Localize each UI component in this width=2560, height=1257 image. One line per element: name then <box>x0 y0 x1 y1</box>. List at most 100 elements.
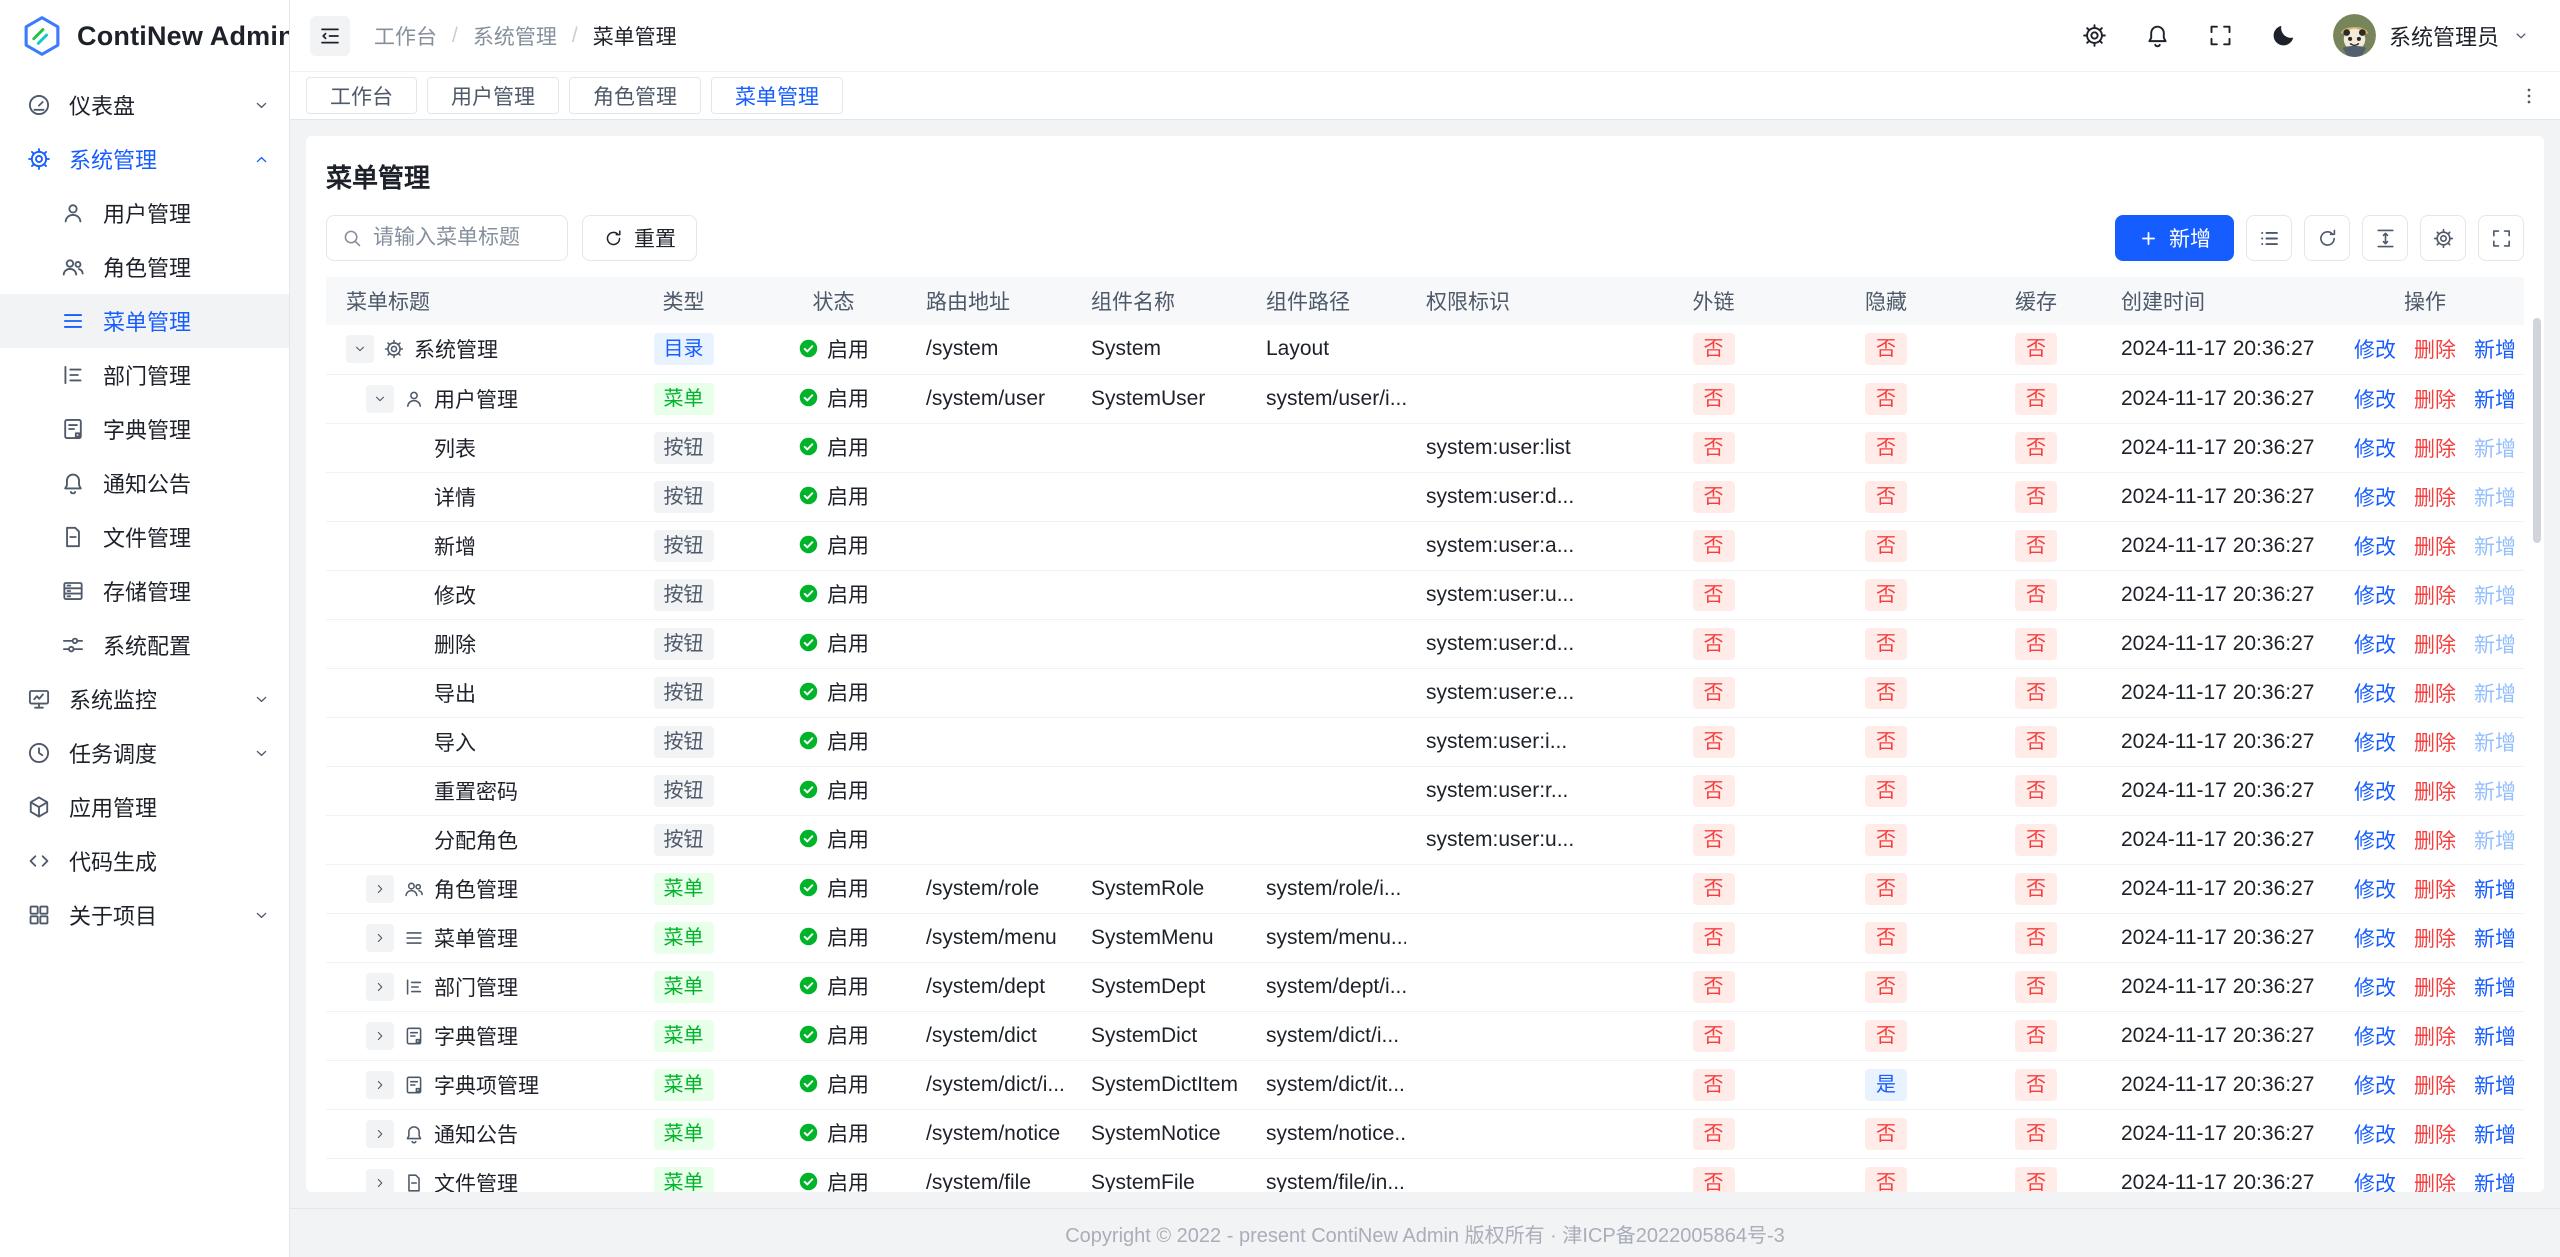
edit-link[interactable]: 修改 <box>2354 1026 2396 1049</box>
line-height-toolbar-button[interactable] <box>2362 215 2408 261</box>
sidebar-subitem-menu[interactable]: 菜单管理 <box>0 294 289 348</box>
edit-link[interactable]: 修改 <box>2354 339 2396 362</box>
edit-link[interactable]: 修改 <box>2354 634 2396 657</box>
add-link[interactable]: 新增 <box>2474 1124 2516 1147</box>
bell-button[interactable] <box>2144 22 2171 49</box>
delete-link[interactable]: 删除 <box>2414 536 2456 559</box>
sidebar-subitem-storage[interactable]: 存储管理 <box>0 564 289 618</box>
tab-3[interactable]: 角色管理 <box>569 77 701 114</box>
sidebar-subitem-sliders[interactable]: 系统配置 <box>0 618 289 672</box>
edit-link[interactable]: 修改 <box>2354 585 2396 608</box>
moon-button[interactable] <box>2270 22 2297 49</box>
tab-2[interactable]: 用户管理 <box>427 77 559 114</box>
expand-toggle[interactable] <box>366 973 394 1001</box>
delete-link[interactable]: 删除 <box>2414 634 2456 657</box>
fullscreen-button[interactable] <box>2207 22 2234 49</box>
edit-link[interactable]: 修改 <box>2354 1124 2396 1147</box>
edit-link[interactable]: 修改 <box>2354 1075 2396 1098</box>
table-scrollbar[interactable] <box>2533 318 2541 543</box>
delete-link[interactable]: 删除 <box>2414 389 2456 412</box>
breadcrumb-item[interactable]: 工作台 <box>374 21 437 51</box>
sidebar-item-settings[interactable]: 系统管理 <box>0 132 289 186</box>
expand-toggle[interactable] <box>366 1022 394 1050</box>
expand-toggle[interactable] <box>366 924 394 952</box>
sidebar-item-dashboard[interactable]: 仪表盘 <box>0 78 289 132</box>
edit-link[interactable]: 修改 <box>2354 683 2396 706</box>
sidebar-item-label: 仪表盘 <box>69 89 135 121</box>
reset-button[interactable]: 重置 <box>582 215 697 261</box>
search-input[interactable] <box>373 226 553 250</box>
settings-toolbar-button[interactable] <box>2420 215 2466 261</box>
status-badge: 否 <box>2015 971 2057 1003</box>
refresh-toolbar-button[interactable] <box>2304 215 2350 261</box>
status-badge: 菜单 <box>654 383 714 415</box>
delete-link[interactable]: 删除 <box>2414 879 2456 902</box>
edit-link[interactable]: 修改 <box>2354 389 2396 412</box>
delete-link[interactable]: 删除 <box>2414 438 2456 461</box>
edit-link[interactable]: 修改 <box>2354 781 2396 804</box>
cell-hidden: 否 <box>1801 913 1971 962</box>
edit-link[interactable]: 修改 <box>2354 830 2396 853</box>
tab-4[interactable]: 菜单管理 <box>711 77 843 114</box>
sidebar-item-monitor[interactable]: 系统监控 <box>0 672 289 726</box>
cell-route: /system/file <box>906 1158 1071 1192</box>
cell-component-path: system/dept/i... <box>1246 962 1406 1011</box>
fullscreen-toolbar-button[interactable] <box>2478 215 2524 261</box>
delete-link[interactable]: 删除 <box>2414 1173 2456 1193</box>
add-link[interactable]: 新增 <box>2474 339 2516 362</box>
expand-toggle[interactable] <box>366 875 394 903</box>
add-link[interactable]: 新增 <box>2474 1173 2516 1193</box>
sidebar-subitem-user[interactable]: 用户管理 <box>0 186 289 240</box>
delete-link[interactable]: 删除 <box>2414 781 2456 804</box>
edit-link[interactable]: 修改 <box>2354 438 2396 461</box>
delete-link[interactable]: 删除 <box>2414 1075 2456 1098</box>
add-link[interactable]: 新增 <box>2474 977 2516 1000</box>
add-link[interactable]: 新增 <box>2474 1075 2516 1098</box>
edit-link[interactable]: 修改 <box>2354 928 2396 951</box>
expand-toggle[interactable] <box>366 385 394 413</box>
sidebar-item-code[interactable]: 代码生成 <box>0 834 289 888</box>
sidebar-item-clock[interactable]: 任务调度 <box>0 726 289 780</box>
tab-1[interactable]: 工作台 <box>306 77 417 114</box>
user-menu[interactable]: 系统管理员 <box>2333 14 2530 57</box>
expand-toggle[interactable] <box>366 1071 394 1099</box>
sidebar-collapse-button[interactable] <box>310 16 350 56</box>
sidebar-subitem-tree[interactable]: 部门管理 <box>0 348 289 402</box>
add-link[interactable]: 新增 <box>2474 1026 2516 1049</box>
delete-link[interactable]: 删除 <box>2414 732 2456 755</box>
cell-route <box>906 766 1071 815</box>
expand-toggle[interactable] <box>346 335 374 363</box>
expand-toggle[interactable] <box>366 1120 394 1148</box>
cell-title: 字典项管理 <box>326 1060 606 1109</box>
edit-link[interactable]: 修改 <box>2354 487 2396 510</box>
add-link[interactable]: 新增 <box>2474 879 2516 902</box>
delete-link[interactable]: 删除 <box>2414 1124 2456 1147</box>
sidebar-item-cube[interactable]: 应用管理 <box>0 780 289 834</box>
delete-link[interactable]: 删除 <box>2414 928 2456 951</box>
sidebar-item-grid[interactable]: 关于项目 <box>0 888 289 942</box>
delete-link[interactable]: 删除 <box>2414 487 2456 510</box>
sidebar-subitem-bell[interactable]: 通知公告 <box>0 456 289 510</box>
edit-link[interactable]: 修改 <box>2354 732 2396 755</box>
delete-link[interactable]: 删除 <box>2414 977 2456 1000</box>
delete-link[interactable]: 删除 <box>2414 1026 2456 1049</box>
edit-link[interactable]: 修改 <box>2354 879 2396 902</box>
add-button[interactable]: 新增 <box>2115 215 2234 261</box>
sidebar-subitem-file[interactable]: 文件管理 <box>0 510 289 564</box>
delete-link[interactable]: 删除 <box>2414 683 2456 706</box>
delete-link[interactable]: 删除 <box>2414 339 2456 362</box>
list-toolbar-button[interactable] <box>2246 215 2292 261</box>
delete-link[interactable]: 删除 <box>2414 585 2456 608</box>
add-link[interactable]: 新增 <box>2474 928 2516 951</box>
expand-toggle[interactable] <box>366 1169 394 1193</box>
tab-more-button[interactable] <box>2512 79 2546 113</box>
sidebar-subitem-users[interactable]: 角色管理 <box>0 240 289 294</box>
edit-link[interactable]: 修改 <box>2354 1173 2396 1193</box>
breadcrumb-item[interactable]: 系统管理 <box>473 21 557 51</box>
settings-button[interactable] <box>2081 22 2108 49</box>
add-link[interactable]: 新增 <box>2474 389 2516 412</box>
edit-link[interactable]: 修改 <box>2354 536 2396 559</box>
delete-link[interactable]: 删除 <box>2414 830 2456 853</box>
edit-link[interactable]: 修改 <box>2354 977 2396 1000</box>
sidebar-subitem-dict[interactable]: 字典管理 <box>0 402 289 456</box>
